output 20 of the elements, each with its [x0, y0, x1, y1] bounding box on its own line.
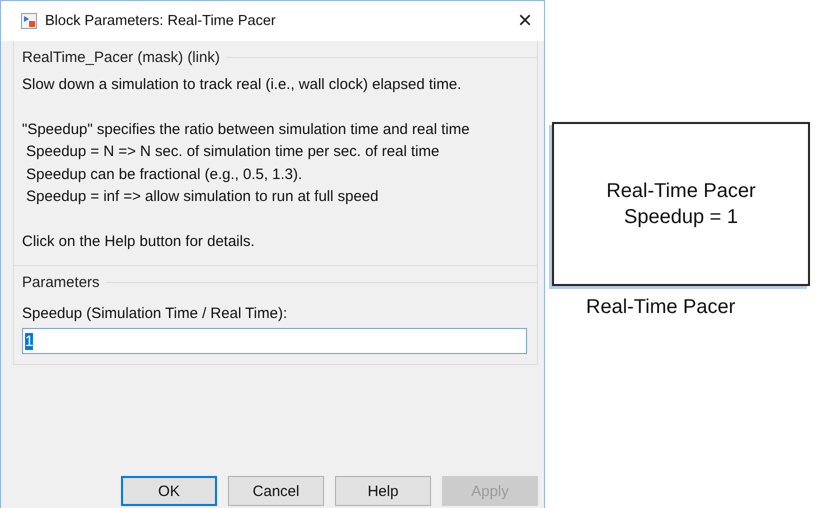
close-button[interactable]: ×: [518, 9, 532, 33]
dialog-button[interactable]: Help: [335, 476, 431, 506]
block-text: Speedup = 1: [624, 205, 738, 230]
description-text: Slow down a simulation to track real (i.e., wall clock) elapsed time.: [22, 75, 462, 95]
input-field[interactable]: 1: [22, 328, 527, 354]
block-text: Real-Time Pacer: [606, 179, 756, 204]
block-icon: [21, 13, 37, 29]
description-text: Speedup = inf => allow simulation to run at full speed: [25, 187, 380, 207]
description-text: "Speedup" specifies the ratio between simulation time and real time: [22, 120, 471, 140]
block-node[interactable]: Real-Time Pacer Speedup = 1: [552, 122, 810, 286]
description-text: Click on the Help button for details.: [22, 232, 256, 252]
field-label: Speedup (Simulation Time / Real Time):: [21, 304, 288, 324]
group-title: Parameters: [22, 274, 100, 291]
group-title: RealTime_Pacer (mask) (link): [22, 49, 220, 66]
dialog-button[interactable]: OK: [121, 476, 217, 506]
description-text: Speedup can be fractional (e.g., 0.5, 1.3).: [25, 164, 304, 184]
description-text: Speedup = N => N sec. of simulation time per sec. of real time: [25, 142, 440, 162]
dialog-button[interactable]: Cancel: [228, 476, 324, 506]
window-title: Block Parameters: Real-Time Pacer: [45, 13, 277, 29]
block-name: Real-Time Pacer: [586, 296, 736, 319]
